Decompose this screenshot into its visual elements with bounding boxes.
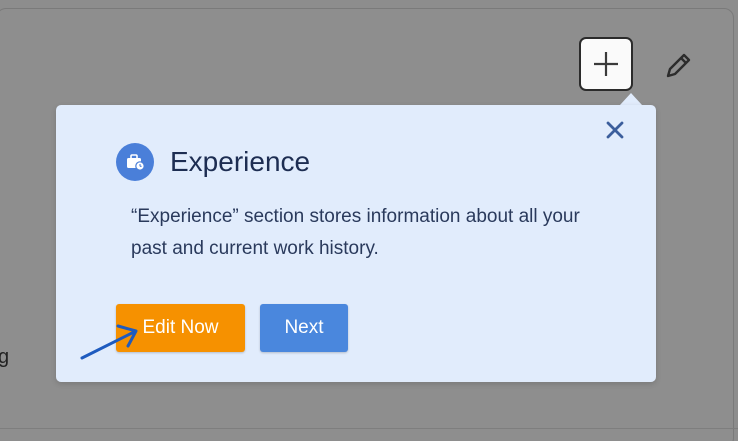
briefcase-clock-icon [116,143,154,181]
pointer-arrow-icon [80,324,138,360]
popover-description: “Experience” section stores information … [131,206,580,259]
plus-icon [594,52,618,76]
edit-button[interactable] [660,48,696,84]
close-button[interactable] [602,117,628,143]
pencil-icon [666,53,691,78]
popover-header: Experience [116,143,310,181]
popover-pointer [620,93,642,105]
add-button[interactable] [579,37,633,91]
next-button[interactable]: Next [260,304,348,352]
popover-title: Experience [170,146,311,177]
background-text: g [0,346,10,368]
close-icon [606,121,624,139]
divider [0,428,738,429]
